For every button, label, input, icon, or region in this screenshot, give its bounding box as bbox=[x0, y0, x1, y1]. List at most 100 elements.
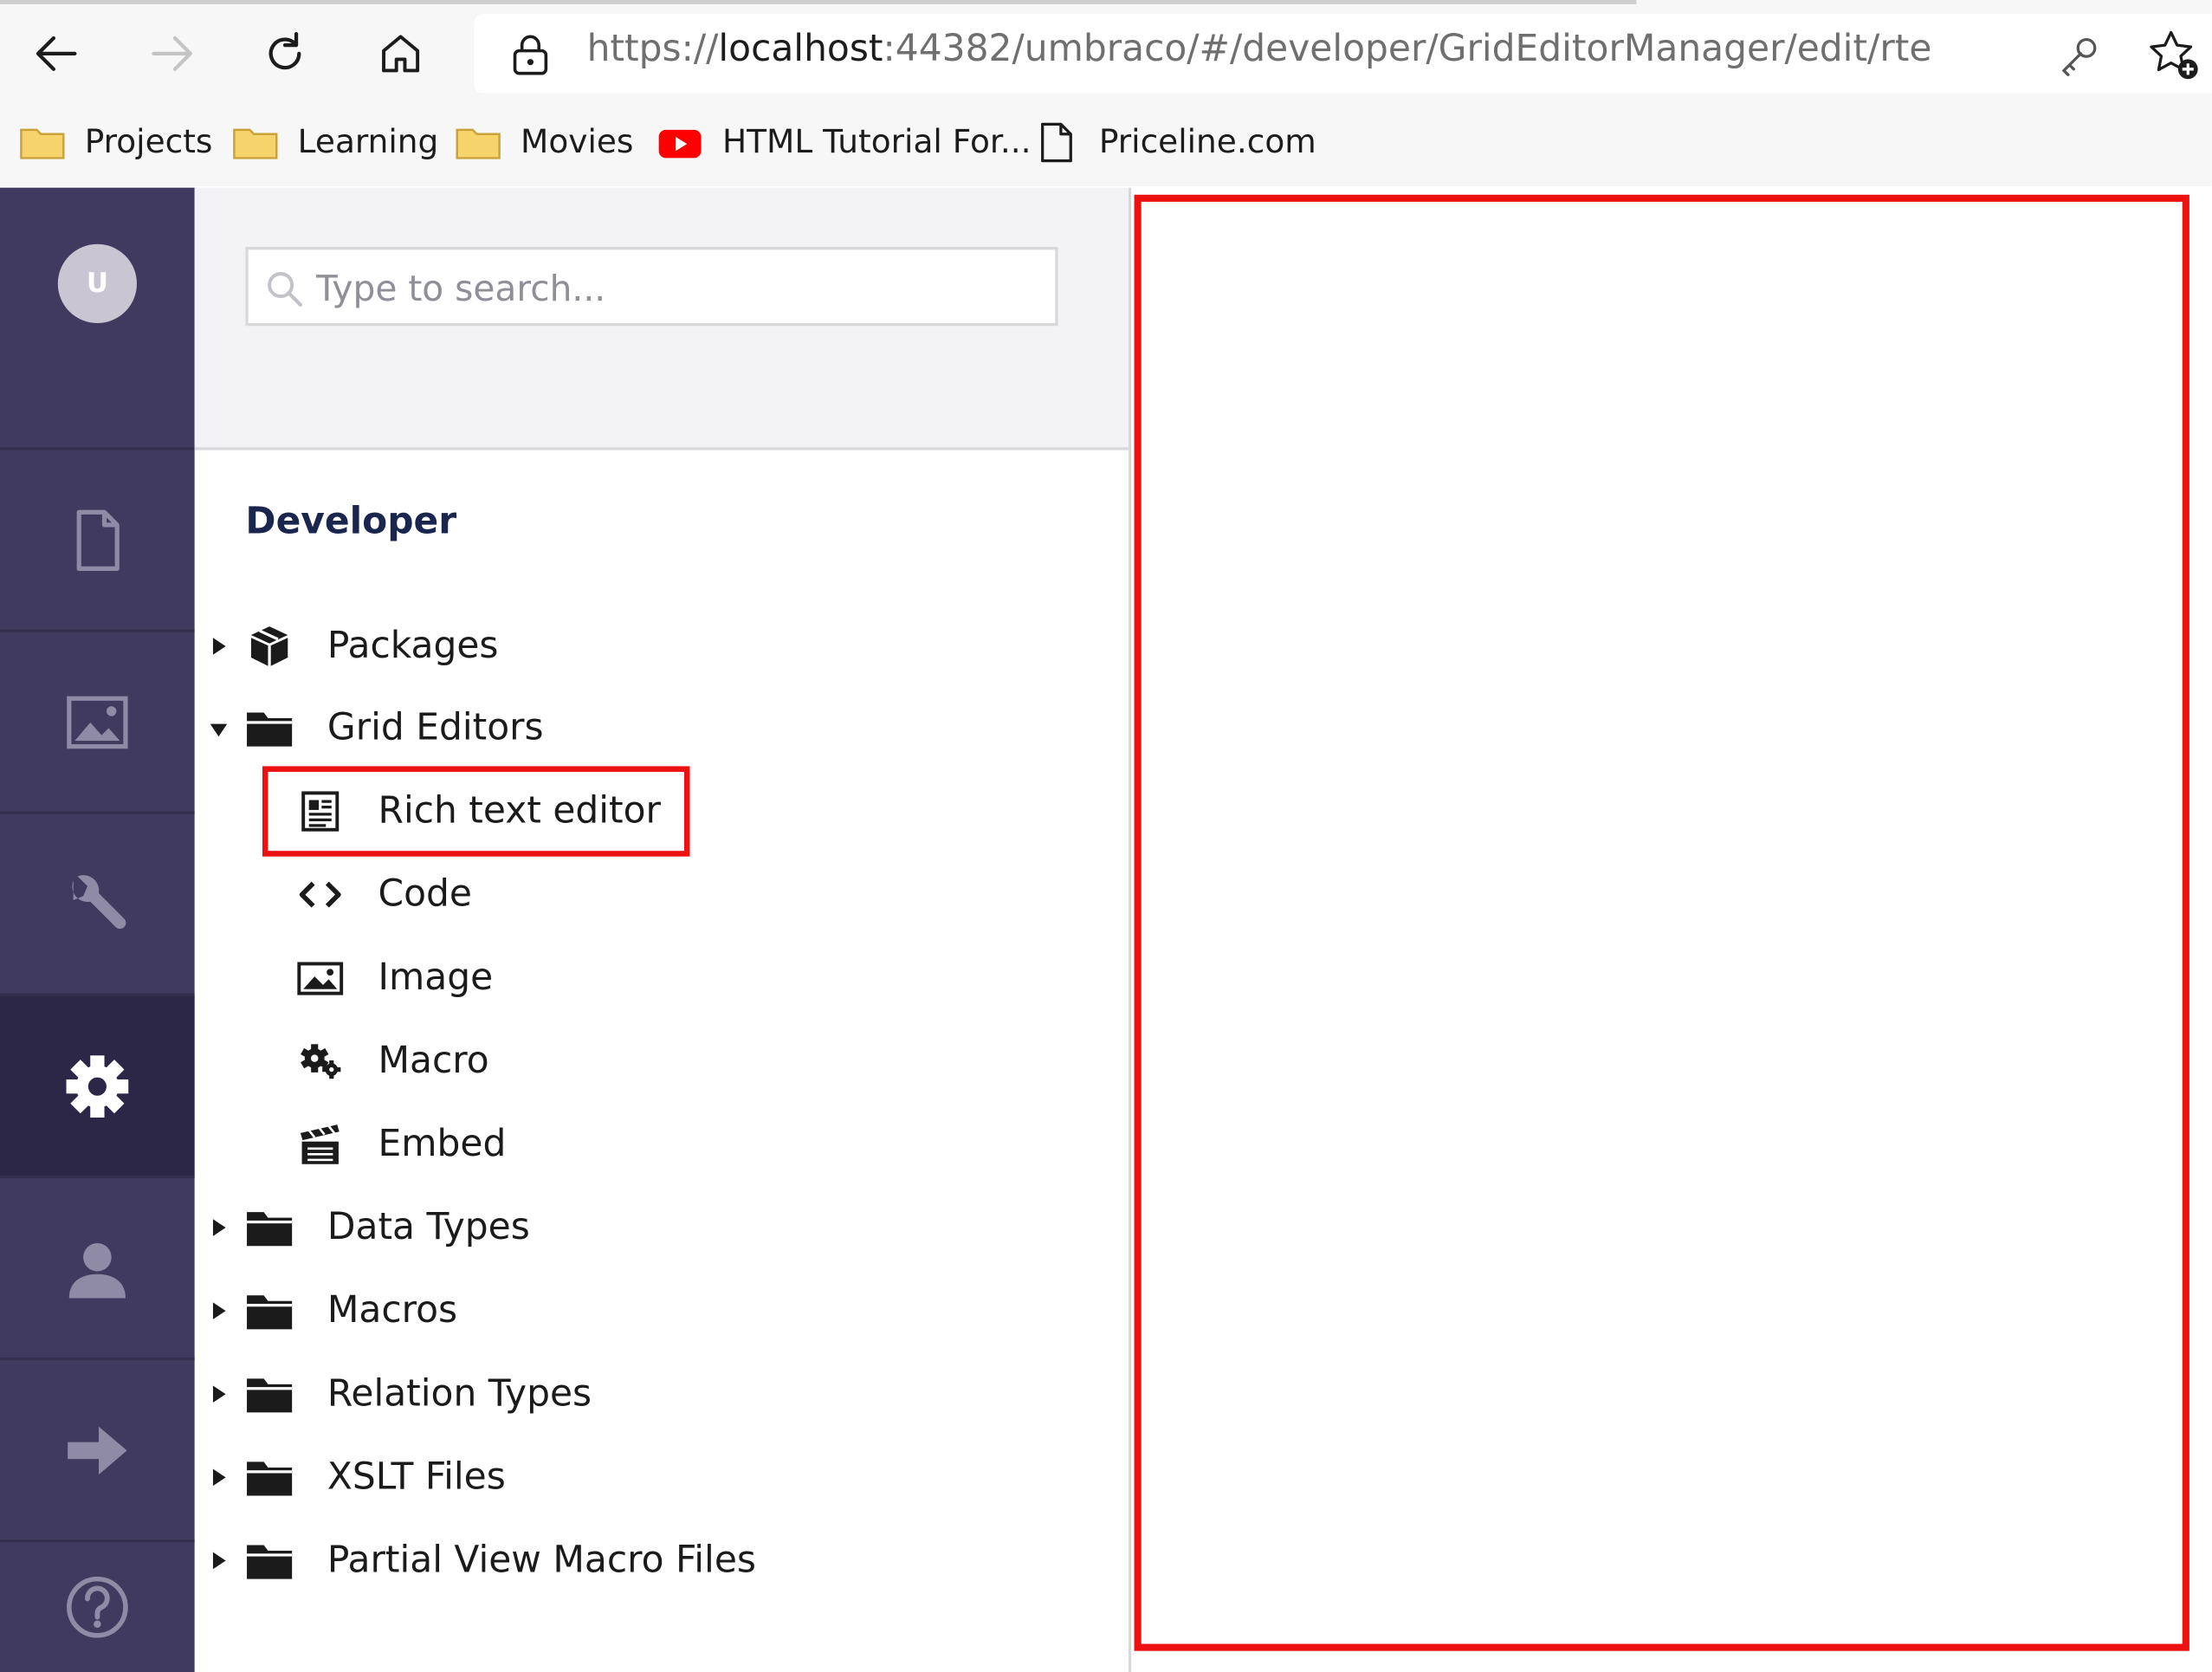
bookmark-label: Learning bbox=[297, 124, 439, 161]
bookmark-movies[interactable]: Movies bbox=[456, 119, 633, 166]
editor-pane[interactable] bbox=[1131, 187, 2212, 1672]
url-text[interactable]: https://localhost:44382/umbraco/#/develo… bbox=[587, 29, 1932, 71]
package-icon bbox=[245, 622, 293, 670]
folder-icon bbox=[233, 128, 278, 159]
tree-node-relation-types[interactable]: Relation Types bbox=[245, 1359, 592, 1429]
user-icon bbox=[68, 1242, 126, 1298]
search-box[interactable] bbox=[245, 247, 1058, 327]
arrow-right-icon bbox=[68, 1425, 127, 1474]
search-icon bbox=[268, 272, 303, 307]
help-icon bbox=[67, 1576, 128, 1638]
bookmark-projects[interactable]: Projects bbox=[20, 119, 213, 166]
tree-node-code[interactable]: Code bbox=[296, 859, 472, 930]
bookmarks-bar: Projects Learning Movies HTML Tutorial F… bbox=[0, 105, 2212, 184]
url-path: :44382/umbraco/#/developer/GridEditorMan… bbox=[883, 28, 1932, 71]
section-content[interactable] bbox=[0, 450, 195, 632]
gear-icon bbox=[66, 1054, 129, 1118]
home-icon bbox=[382, 35, 420, 73]
folder-icon bbox=[20, 128, 65, 159]
bookmark-learning[interactable]: Learning bbox=[233, 119, 439, 166]
caret-right-icon[interactable] bbox=[209, 1218, 229, 1238]
tree-node-label: Code bbox=[378, 873, 472, 917]
section-users[interactable] bbox=[0, 1178, 195, 1361]
tree-node-xslt-files[interactable]: XSLT Files bbox=[245, 1442, 506, 1513]
tab-strip-edge bbox=[0, 0, 1637, 4]
home-button[interactable] bbox=[366, 20, 434, 87]
avatar[interactable]: U bbox=[57, 243, 137, 323]
tree-title: Developer bbox=[245, 501, 457, 544]
refresh-icon bbox=[268, 31, 301, 70]
add-favorite-icon[interactable] bbox=[2147, 29, 2201, 82]
lock-icon[interactable] bbox=[511, 34, 551, 76]
tree-node-label: Grid Editors bbox=[327, 707, 544, 749]
tree-node-label: Macros bbox=[327, 1289, 458, 1332]
tree-node-label: XSLT Files bbox=[327, 1455, 506, 1499]
section-developer[interactable] bbox=[0, 995, 195, 1179]
picture-icon bbox=[296, 954, 344, 1001]
gears-icon bbox=[296, 1037, 344, 1085]
forward-arrow-icon bbox=[152, 36, 193, 71]
tree-node-partial-view-macro-files[interactable]: Partial View Macro Files bbox=[245, 1526, 756, 1596]
clapper-icon bbox=[296, 1120, 344, 1168]
section-help[interactable] bbox=[0, 1542, 195, 1672]
back-arrow-icon bbox=[36, 36, 77, 71]
bookmark-label: HTML Tutorial For... bbox=[721, 124, 1032, 161]
bookmark-priceline[interactable]: Priceline.com bbox=[1034, 119, 1316, 166]
tree-node-label: Data Types bbox=[327, 1206, 530, 1249]
tree-node-image[interactable]: Image bbox=[296, 943, 493, 1013]
url-prefix: https:// bbox=[586, 28, 719, 71]
tree-node-macro[interactable]: Macro bbox=[296, 1026, 489, 1096]
section-media[interactable] bbox=[0, 632, 195, 814]
folder-icon bbox=[245, 1371, 293, 1418]
tree-panel: Developer Packages Grid Editors bbox=[194, 187, 1129, 1672]
folder-icon bbox=[245, 1537, 293, 1585]
section-forms[interactable] bbox=[0, 1360, 195, 1543]
tree-node-label: Embed bbox=[378, 1123, 507, 1166]
section-navigation: U bbox=[0, 187, 195, 1672]
search-input[interactable] bbox=[313, 258, 1038, 318]
document-icon bbox=[76, 509, 120, 571]
folder-icon bbox=[245, 1286, 293, 1334]
forward-button[interactable] bbox=[139, 20, 206, 87]
tree-node-embed[interactable]: Embed bbox=[296, 1109, 506, 1179]
key-icon[interactable] bbox=[2057, 34, 2102, 79]
caret-right-icon[interactable] bbox=[209, 1551, 229, 1571]
tree-node-label: Partial View Macro Files bbox=[327, 1539, 756, 1582]
tree-node-label: Image bbox=[378, 956, 494, 1000]
bookmark-label: Projects bbox=[84, 124, 213, 161]
wrench-icon bbox=[72, 874, 126, 929]
folder-icon bbox=[245, 704, 293, 752]
tree-node-macros[interactable]: Macros bbox=[245, 1275, 457, 1345]
caret-right-icon[interactable] bbox=[209, 637, 229, 657]
annotation-highlight-rte bbox=[262, 766, 690, 857]
screen: https://localhost:44382/umbraco/#/develo… bbox=[0, 0, 2212, 1672]
page-icon bbox=[1041, 122, 1072, 163]
bookmark-html-tutorial[interactable]: HTML Tutorial For... bbox=[657, 119, 1032, 166]
tree-node-label: Packages bbox=[327, 625, 499, 668]
url-host: localhost bbox=[718, 28, 883, 71]
caret-right-icon[interactable] bbox=[209, 1301, 229, 1321]
bookmark-label: Priceline.com bbox=[1098, 124, 1316, 161]
refresh-button[interactable] bbox=[251, 20, 319, 87]
back-button[interactable] bbox=[23, 20, 90, 87]
user-avatar-section[interactable]: U bbox=[0, 188, 195, 450]
tree-node-grid-editors[interactable]: Grid Editors bbox=[245, 693, 544, 763]
caret-right-icon[interactable] bbox=[209, 1384, 229, 1404]
folder-icon bbox=[456, 128, 501, 159]
annotation-highlight-editor bbox=[1134, 194, 2189, 1651]
search-area bbox=[194, 187, 1129, 450]
tree-node-label: Macro bbox=[378, 1040, 489, 1083]
caret-right-icon[interactable] bbox=[209, 1468, 229, 1487]
tree-node-label: Relation Types bbox=[327, 1372, 592, 1416]
folder-icon bbox=[245, 1454, 293, 1501]
browser-chrome: https://localhost:44382/umbraco/#/develo… bbox=[0, 0, 2212, 187]
umbraco-backoffice: U Type to search... Developer Packages G… bbox=[0, 187, 2212, 1672]
bookmark-label: Movies bbox=[521, 124, 634, 161]
folder-icon bbox=[245, 1203, 293, 1251]
caret-down-icon[interactable] bbox=[209, 720, 229, 740]
image-icon bbox=[67, 695, 128, 749]
youtube-icon bbox=[658, 129, 702, 159]
tree-node-data-types[interactable]: Data Types bbox=[245, 1192, 530, 1262]
tree-node-packages[interactable]: Packages bbox=[245, 611, 499, 681]
section-settings[interactable] bbox=[0, 814, 195, 996]
